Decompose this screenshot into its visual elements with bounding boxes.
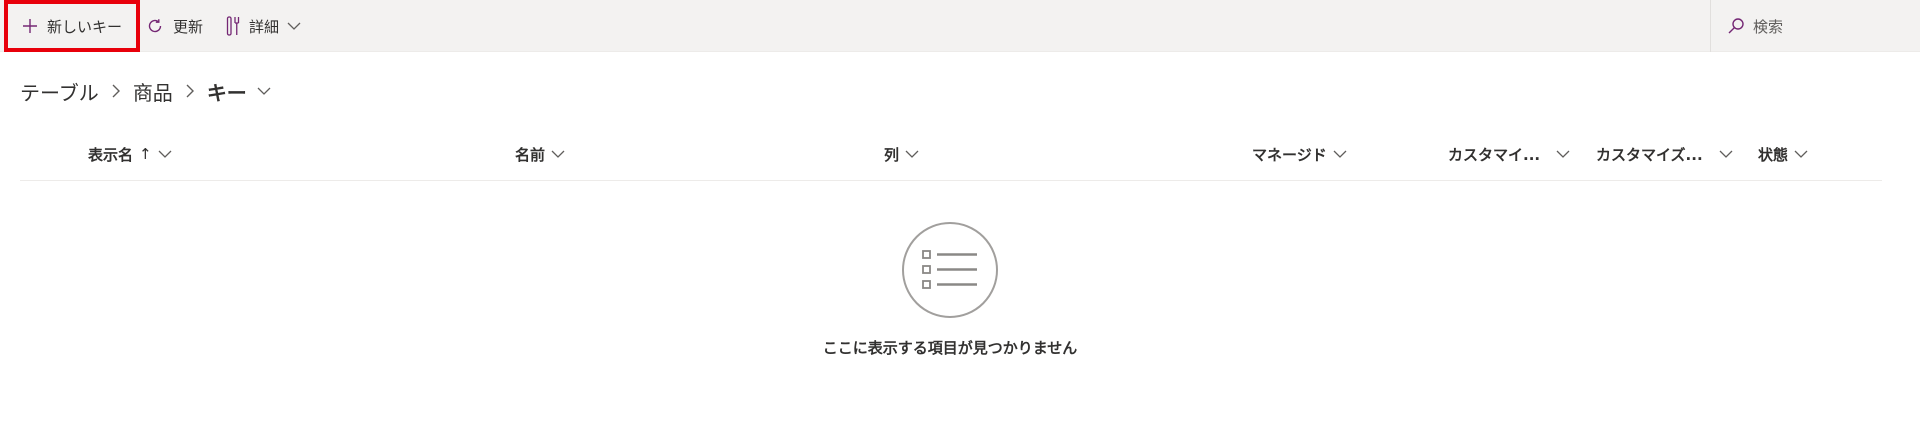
chevron-down-icon xyxy=(1333,149,1347,159)
chevron-down-icon xyxy=(1719,149,1733,159)
chevron-right-icon xyxy=(111,83,121,99)
column-header-label: 状態 xyxy=(1758,145,1789,164)
column-header-name[interactable]: 名前 xyxy=(515,142,565,166)
chevron-down-icon xyxy=(551,149,565,159)
column-header-label: マネージド xyxy=(1252,145,1327,164)
empty-state-message: ここに表示する項目が見つかりません xyxy=(822,339,1078,357)
column-header-customizable-2[interactable]: カスタマイズ... xyxy=(1596,142,1733,166)
plus-icon xyxy=(22,18,38,34)
breadcrumb: テーブル 商品 キー xyxy=(20,76,271,106)
chevron-down-icon xyxy=(1794,149,1808,159)
column-header-label: 列 xyxy=(884,145,900,164)
breadcrumb-item-product[interactable]: 商品 xyxy=(133,77,173,106)
column-header-column[interactable]: 列 xyxy=(884,142,919,166)
new-key-label: 新しいキー xyxy=(47,17,123,36)
search-box[interactable]: 検索 xyxy=(1710,0,1920,52)
column-header-display-name[interactable]: 表示名 ↑ xyxy=(88,142,172,166)
sort-ascending-icon: ↑ xyxy=(139,145,152,163)
chevron-down-icon xyxy=(1556,149,1570,159)
tools-icon xyxy=(226,16,240,36)
refresh-icon xyxy=(146,17,164,35)
chevron-down-icon xyxy=(287,17,301,35)
chevron-down-icon[interactable] xyxy=(257,86,271,96)
column-header-label: カスタマイ... xyxy=(1448,145,1541,164)
column-header-status[interactable]: 状態 xyxy=(1758,142,1808,166)
more-label: 詳細 xyxy=(249,17,280,36)
refresh-label: 更新 xyxy=(173,17,204,36)
chevron-right-icon xyxy=(185,83,195,99)
column-header-label: 表示名 xyxy=(88,145,134,164)
list-icon xyxy=(902,222,998,318)
header-divider xyxy=(20,180,1882,181)
column-header-customizable[interactable]: カスタマイ... xyxy=(1448,142,1570,166)
column-header-label: カスタマイズ... xyxy=(1596,145,1703,164)
chevron-down-icon xyxy=(158,149,172,159)
search-icon xyxy=(1727,17,1745,35)
chevron-down-icon xyxy=(905,149,919,159)
breadcrumb-current[interactable]: キー xyxy=(207,77,247,106)
breadcrumb-item-tables[interactable]: テーブル xyxy=(20,77,99,106)
search-placeholder: 検索 xyxy=(1753,17,1784,36)
refresh-button[interactable]: 更新 xyxy=(146,0,203,52)
column-header-managed[interactable]: マネージド xyxy=(1252,142,1347,166)
more-button[interactable]: 詳細 xyxy=(226,0,301,52)
new-key-button[interactable]: 新しいキー xyxy=(4,0,140,52)
command-bar: 新しいキー 更新 詳細 検索 xyxy=(0,0,1920,52)
column-header-label: 名前 xyxy=(515,145,546,164)
